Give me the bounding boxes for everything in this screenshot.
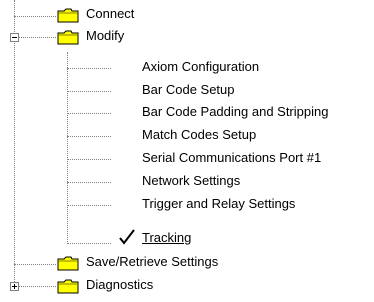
tree-branch-child	[67, 159, 111, 160]
tree-item-network-settings[interactable]: Network Settings	[140, 173, 242, 190]
tree-connector-modify	[67, 52, 68, 244]
tree-item-connect[interactable]: Connect	[84, 6, 136, 23]
tree-connector-root	[14, 0, 15, 286]
tree-branch-child	[67, 205, 111, 206]
settings-tree: Connect Modify Axiom Configuration Bar C…	[0, 0, 374, 302]
folder-icon[interactable]	[57, 8, 79, 23]
tree-item-serial-port[interactable]: Serial Communications Port #1	[140, 150, 323, 167]
tree-branch-connect	[14, 16, 56, 17]
tree-branch-child	[67, 68, 111, 69]
folder-icon[interactable]	[57, 256, 79, 271]
tree-branch-child	[67, 113, 111, 114]
tree-item-bar-code-setup[interactable]: Bar Code Setup	[140, 82, 237, 99]
tree-branch-diagnostics	[19, 286, 56, 287]
folder-icon[interactable]	[57, 279, 79, 294]
expand-toggle-diagnostics[interactable]	[10, 282, 19, 291]
tree-item-modify[interactable]: Modify	[84, 28, 126, 45]
tree-item-save-retrieve[interactable]: Save/Retrieve Settings	[84, 254, 220, 271]
tree-item-trigger-relay[interactable]: Trigger and Relay Settings	[140, 196, 297, 213]
tree-branch-modify	[19, 37, 56, 38]
checkmark-icon	[119, 229, 135, 245]
tree-item-axiom-configuration[interactable]: Axiom Configuration	[140, 59, 261, 76]
tree-branch-save-retrieve	[14, 264, 56, 265]
tree-item-bar-code-padding[interactable]: Bar Code Padding and Stripping	[140, 104, 330, 121]
tree-item-diagnostics[interactable]: Diagnostics	[84, 277, 155, 294]
collapse-toggle-modify[interactable]	[10, 33, 19, 42]
tree-branch-child	[67, 136, 111, 137]
folder-icon[interactable]	[57, 30, 79, 45]
tree-item-match-codes-setup[interactable]: Match Codes Setup	[140, 127, 258, 144]
tree-item-tracking[interactable]: Tracking	[140, 230, 193, 247]
tree-branch-child	[67, 91, 111, 92]
tree-branch-child	[67, 182, 111, 183]
tree-branch-child	[67, 243, 111, 244]
